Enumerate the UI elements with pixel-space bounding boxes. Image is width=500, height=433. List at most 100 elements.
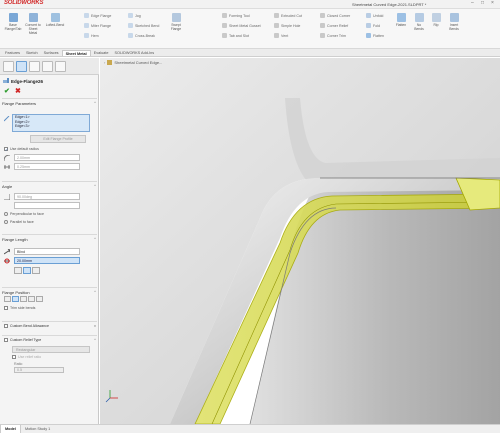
face-selection-field[interactable]: [14, 202, 80, 209]
trim-side-bends-checkbox[interactable]: Trim side bends: [4, 306, 35, 310]
inner-virtual-sharp-icon[interactable]: [23, 267, 31, 274]
closed-corner-button[interactable]: Closed Corner: [320, 13, 350, 18]
rip-button[interactable]: Rip: [430, 13, 442, 27]
jog-button[interactable]: Jog: [128, 13, 141, 18]
checkbox-icon: [4, 338, 8, 342]
insert-bends-icon: [449, 13, 459, 22]
window-controls: – □ ×: [471, 1, 496, 6]
bend-radius-field[interactable]: 2.00mm: [14, 154, 80, 161]
simple-hole-button[interactable]: Simple Hole: [274, 23, 300, 28]
flatten-button[interactable]: Flatten: [394, 13, 408, 27]
tab-sheet-metal[interactable]: Sheet Metal: [61, 50, 91, 56]
tangent-bend-icon[interactable]: [32, 267, 40, 274]
jog-icon: [128, 13, 133, 18]
gusset-button[interactable]: Sheet Metal Gusset: [222, 23, 261, 28]
chevron-down-icon[interactable]: v: [94, 323, 96, 328]
edge-flange-small-button[interactable]: Edge Flange: [84, 13, 111, 18]
flange-angle-field[interactable]: 90.00deg: [14, 193, 80, 200]
angle-icon: [4, 194, 10, 200]
ratio-label: Ratio: [14, 362, 23, 366]
tab-add-ins[interactable]: SOLIDWORKS Add-Ins: [111, 50, 157, 56]
forming-tool-button[interactable]: Forming Tool: [222, 13, 250, 18]
miter-flange-button[interactable]: Miter Flange: [84, 23, 111, 28]
custom-bend-allowance-checkbox[interactable]: Custom Bend Allowance: [4, 324, 49, 328]
tab-model[interactable]: Model: [0, 425, 21, 433]
chevron-up-icon[interactable]: ^: [94, 100, 96, 105]
property-manager-icon[interactable]: [16, 60, 27, 72]
chevron-up-icon[interactable]: ^: [94, 337, 96, 342]
angle-heading[interactable]: Angle: [2, 182, 97, 189]
insert-bends-button[interactable]: Insert Bends: [446, 13, 462, 31]
tab-and-slot-button[interactable]: Tab and Slot: [222, 33, 249, 38]
tab-surfaces[interactable]: Surfaces: [41, 50, 62, 56]
reverse-direction-icon: [4, 249, 10, 255]
extruded-cut-button[interactable]: Extruded Cut: [274, 13, 302, 18]
feature-tree-flyout[interactable]: › Sheetmetal Curved Edge...: [104, 60, 162, 65]
app-logo[interactable]: SOLIDWORKS: [4, 0, 44, 6]
perpendicular-to-face-option[interactable]: Perpendicular to face: [4, 212, 44, 216]
tangent-to-bend-icon[interactable]: [36, 296, 43, 302]
chevron-up-icon[interactable]: ^: [94, 236, 96, 241]
lofted-bend-button[interactable]: Lofted-Bend: [46, 13, 64, 27]
convert-icon: [28, 13, 38, 22]
flatten-small-button[interactable]: Flatten: [366, 33, 384, 38]
relief-type-select[interactable]: Rectangular: [12, 346, 90, 353]
corner-relief-button[interactable]: Corner Relief: [320, 23, 348, 28]
flange-length-heading[interactable]: Flange Length: [2, 235, 97, 242]
ok-checkmark-icon[interactable]: ✔: [4, 87, 10, 95]
graphics-area[interactable]: › Sheetmetal Curved Edge...: [100, 58, 500, 424]
ratio-field[interactable]: 0.5: [14, 367, 64, 373]
end-condition-select[interactable]: Blind: [14, 248, 80, 255]
corner-trim-button[interactable]: Corner Trim: [320, 33, 346, 38]
use-default-radius-checkbox[interactable]: ✓ Use default radius: [4, 147, 39, 152]
edge-flange-icon: [84, 13, 89, 18]
unfold-button[interactable]: Unfold: [366, 13, 383, 18]
feature-manager-icon[interactable]: [3, 60, 14, 72]
cross-break-button[interactable]: Cross-Break: [128, 33, 155, 38]
edges-selection-box[interactable]: Edge<1> Edge<2> Edge<3>: [12, 114, 90, 132]
material-outside-icon[interactable]: [12, 296, 19, 302]
tab-motion-study[interactable]: Motion Study 1: [21, 425, 54, 433]
maximize-icon[interactable]: □: [481, 1, 486, 6]
fold-button[interactable]: Fold: [366, 23, 380, 28]
use-relief-ratio-checkbox[interactable]: Use relief ratio: [12, 355, 41, 359]
rip-icon: [431, 13, 441, 22]
edit-flange-profile-button[interactable]: Edit Flange Profile: [30, 135, 86, 143]
title-bar: SOLIDWORKS Sheetmetal Curved Edge-2021.S…: [0, 0, 500, 9]
swept-flange-button[interactable]: Swept Flange: [168, 13, 184, 31]
hem-button[interactable]: Hem: [84, 33, 99, 38]
flange-position-heading[interactable]: Flange Position: [2, 288, 97, 295]
base-flange-button[interactable]: Base Flange/Tab: [4, 13, 22, 31]
vent-button[interactable]: Vent: [274, 33, 288, 38]
display-manager-icon[interactable]: [55, 60, 66, 72]
cross-break-icon: [128, 33, 133, 38]
chevron-up-icon[interactable]: ^: [94, 183, 96, 188]
flange-length-field[interactable]: 20.00mm: [14, 257, 80, 264]
parallel-to-face-option[interactable]: Parallel to face: [4, 220, 34, 224]
tab-sketch[interactable]: Sketch: [23, 50, 41, 56]
bend-outside-icon[interactable]: [20, 296, 27, 302]
tab-evaluate[interactable]: Evaluate: [91, 50, 112, 56]
material-inside-icon[interactable]: [4, 296, 11, 302]
sketched-bend-button[interactable]: Sketched Bend: [128, 23, 159, 28]
configuration-manager-icon[interactable]: [29, 60, 40, 72]
window-title: Sheetmetal Curved Edge-2021.SLDPRT *: [352, 2, 427, 7]
gap-distance-field[interactable]: 0.25mm: [14, 163, 80, 170]
cancel-x-icon[interactable]: ✖: [15, 87, 21, 95]
edge-item: Edge<3>: [15, 124, 30, 128]
bend-from-virtual-sharp-icon[interactable]: [28, 296, 35, 302]
no-bends-button[interactable]: No Bends: [412, 13, 426, 31]
model-render[interactable]: [100, 58, 500, 424]
chevron-up-icon[interactable]: ^: [94, 289, 96, 294]
convert-to-sheet-metal-button[interactable]: Convert to Sheet Metal: [24, 13, 42, 35]
tree-chip-label: Sheetmetal Curved Edge...: [114, 60, 163, 65]
flange-parameters-heading[interactable]: Flange Parameters: [2, 99, 97, 106]
minimize-icon[interactable]: –: [471, 1, 476, 6]
custom-relief-type-checkbox[interactable]: Custom Relief Type: [4, 338, 41, 342]
close-icon[interactable]: ×: [491, 1, 496, 6]
hem-icon: [84, 33, 89, 38]
dimxpert-icon[interactable]: [42, 60, 53, 72]
outer-virtual-sharp-icon[interactable]: [14, 267, 22, 274]
corner-trim-icon: [320, 33, 325, 38]
tab-features[interactable]: Features: [2, 50, 23, 56]
